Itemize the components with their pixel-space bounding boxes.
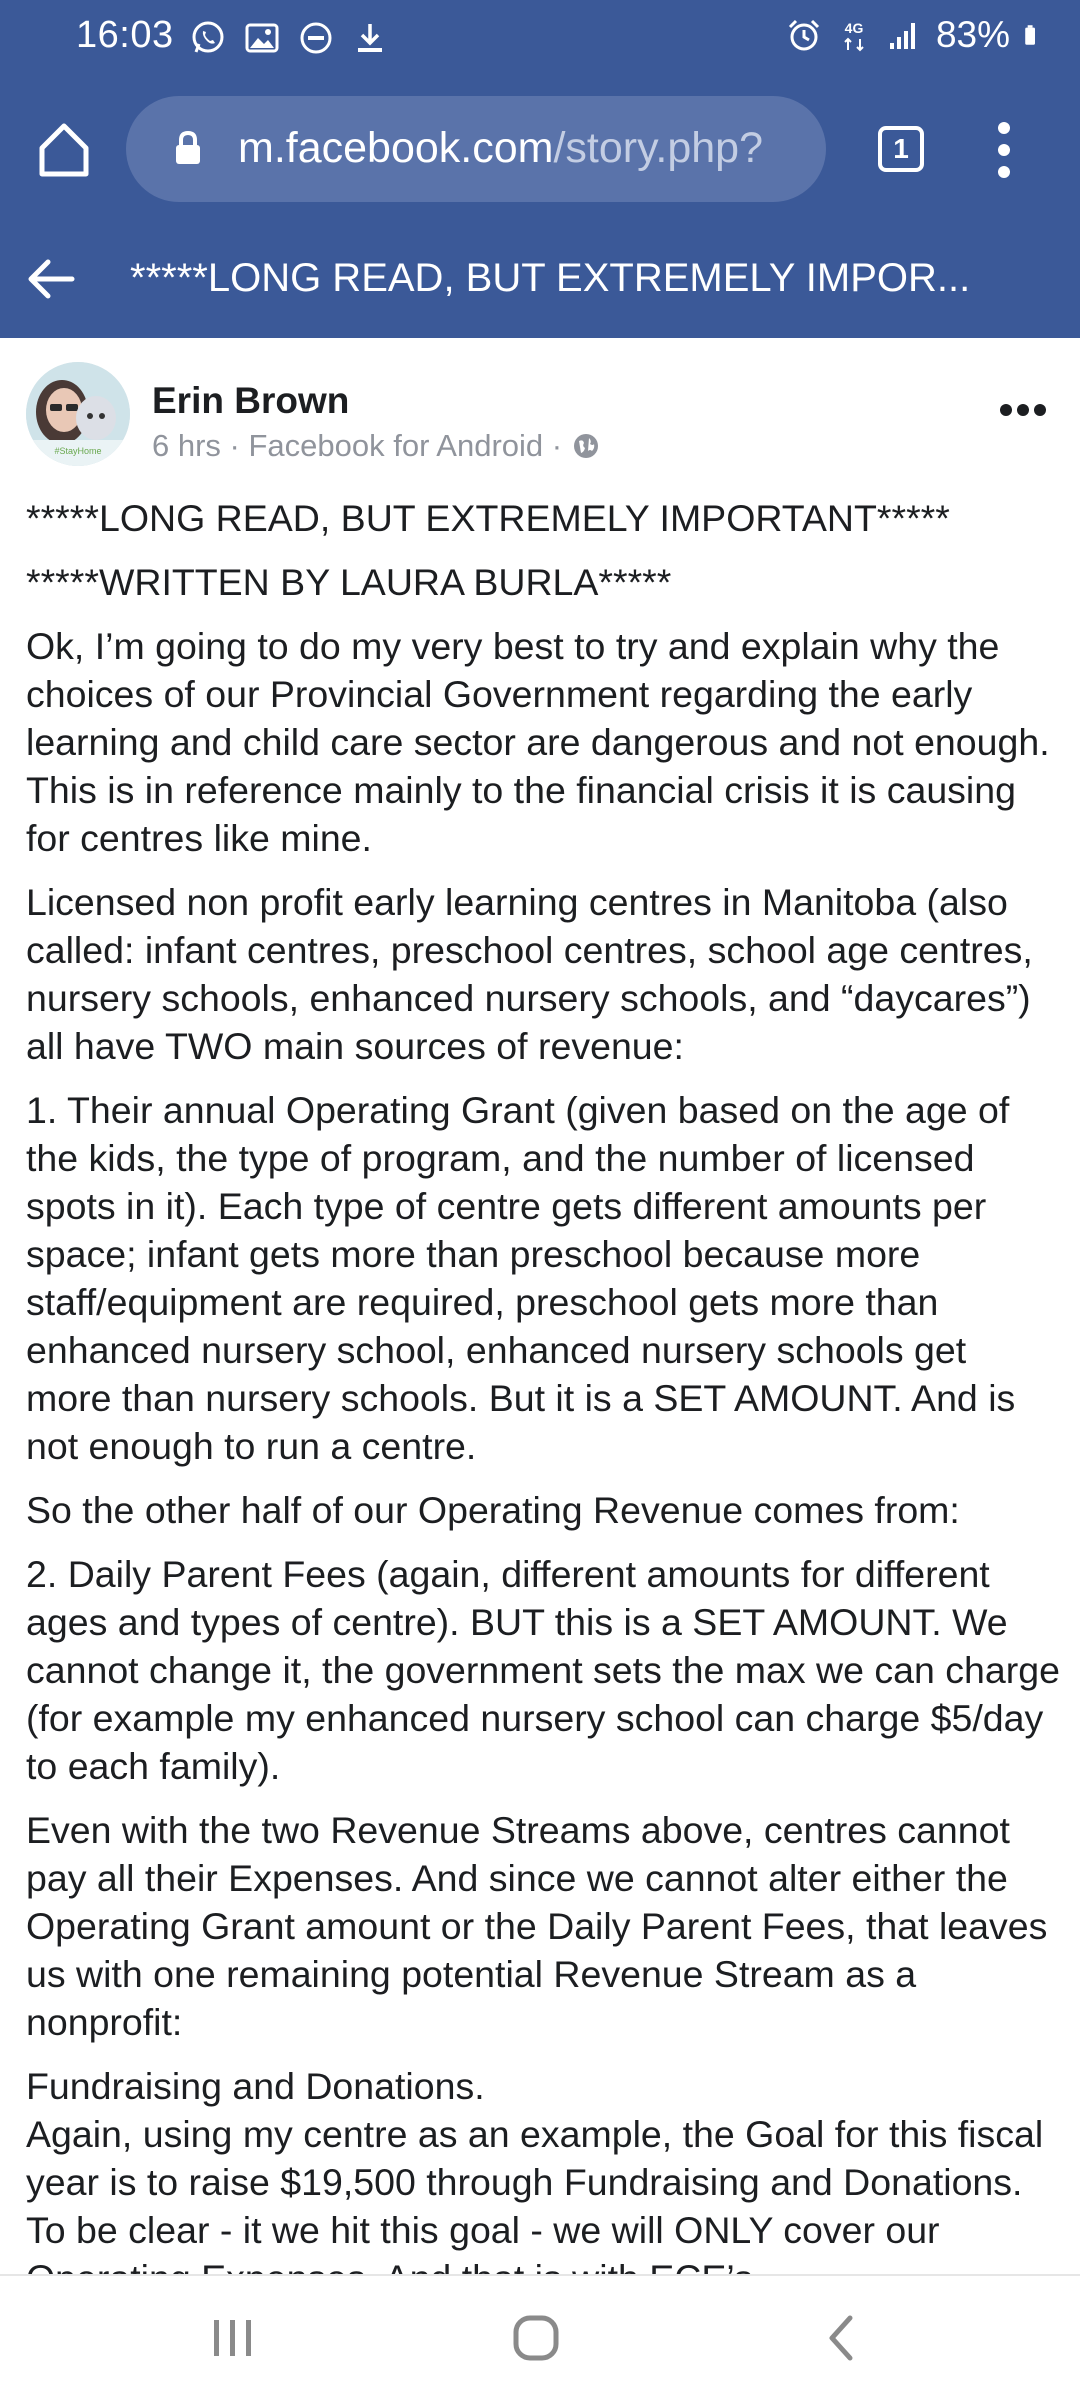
back-arrow-icon[interactable] (26, 256, 76, 302)
status-time: 16:03 (76, 14, 174, 56)
avatar[interactable]: #StayHome (26, 362, 130, 466)
post-paragraph: 2. Daily Parent Fees (again, different a… (26, 1553, 1060, 1787)
avatar-caption: #StayHome (54, 446, 102, 456)
post-paragraph: So the other half of our Operating Reven… (26, 1489, 960, 1531)
network-4g-icon: 4G (844, 20, 864, 52)
post-header: #StayHome Erin Brown 6 hrs · Facebook fo… (0, 338, 1080, 478)
post-paragraph: *****WRITTEN BY LAURA BURLA***** (26, 561, 672, 603)
nav-back-icon[interactable] (826, 2314, 856, 2362)
address-bar[interactable]: m.facebook.com/story.php? (126, 96, 826, 202)
post-paragraph: Licensed non profit early learning centr… (26, 881, 1033, 1067)
gallery-icon (245, 23, 279, 53)
url-host: m.facebook.com (238, 124, 554, 172)
nav-home-icon[interactable] (512, 2314, 560, 2362)
globe-icon (574, 434, 599, 458)
url-path: /story.php? (553, 124, 764, 172)
battery-percent: 83% (935, 14, 1010, 55)
more-options-icon[interactable] (998, 402, 1048, 418)
post-timestamp: 6 hrs · Facebook for Android · (152, 428, 563, 463)
post-paragraph: 1. Their annual Operating Grant (given b… (26, 1089, 1016, 1467)
more-vertical-icon[interactable] (992, 120, 1016, 180)
post-body: *****LONG READ, BUT EXTREMELY IMPORTANT*… (26, 494, 1062, 2318)
home-icon[interactable] (38, 120, 90, 178)
do-not-disturb-icon (300, 22, 332, 54)
post-meta: 6 hrs · Facebook for Android · (152, 428, 600, 464)
author-name[interactable]: Erin Brown (152, 380, 349, 422)
page-title: *****LONG READ, BUT EXTREMELY IMPOR... (130, 256, 971, 300)
status-bar: 16:03 4G 83% (0, 0, 1080, 80)
system-nav-bar (0, 2274, 1080, 2402)
download-icon (358, 24, 382, 52)
post-paragraph: Even with the two Revenue Streams above,… (26, 1809, 1048, 2043)
alarm-icon (788, 19, 819, 51)
browser-toolbar: m.facebook.com/story.php? 1 (0, 80, 1080, 220)
post-paragraph: Ok, I’m going to do my very best to try … (26, 625, 1050, 859)
whatsapp-icon (192, 21, 224, 53)
svg-text:4G: 4G (845, 20, 864, 36)
signal-icon (889, 23, 915, 49)
url-text: m.facebook.com/story.php? (238, 124, 763, 173)
tab-switcher-button[interactable]: 1 (878, 126, 924, 172)
post-paragraph: *****LONG READ, BUT EXTREMELY IMPORTANT*… (26, 497, 950, 539)
recent-apps-icon[interactable] (208, 2316, 258, 2360)
post-paragraph: Fundraising and Donations. (26, 2065, 485, 2107)
lock-icon (176, 130, 200, 164)
battery-icon (1025, 25, 1035, 45)
page-header: *****LONG READ, BUT EXTREMELY IMPOR... (0, 220, 1080, 338)
